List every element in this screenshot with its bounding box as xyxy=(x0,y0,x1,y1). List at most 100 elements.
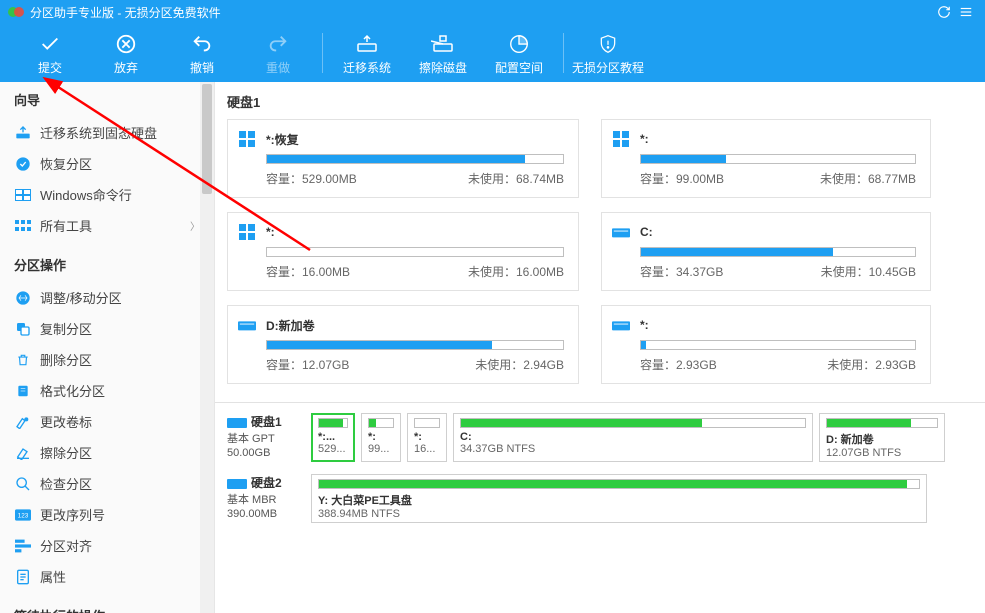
partition-segment[interactable]: *:99... xyxy=(361,413,401,462)
sidebar-item-label: 删除分区 xyxy=(40,350,92,369)
sidebar-item[interactable]: 复制分区 xyxy=(0,313,214,344)
sidebar-group-wizard: 向导 xyxy=(0,82,214,117)
serial-icon: 123 xyxy=(14,506,32,524)
segment-size: 388.94MB NTFS xyxy=(318,508,920,520)
capacity-label: 容量：16.00MB xyxy=(266,263,350,280)
migrate-icon xyxy=(14,124,32,142)
windows-icon xyxy=(238,223,256,241)
partition-card[interactable]: *: 容量：16.00MB 未使用：16.00MB xyxy=(227,212,579,291)
redo-icon xyxy=(267,31,289,57)
sidebar-item[interactable]: 擦除分区 xyxy=(0,437,214,468)
partition-card[interactable]: *:容量：99.00MB未使用：68.77MB xyxy=(601,119,931,198)
usage-bar xyxy=(266,154,564,164)
undo-button[interactable]: 撤销 xyxy=(164,24,240,82)
cmd-icon xyxy=(14,186,32,204)
sidebar-item[interactable]: 属性 xyxy=(0,561,214,592)
drive-icon xyxy=(238,316,256,334)
segment-bar xyxy=(826,418,938,428)
sidebar-item[interactable]: 删除分区 xyxy=(0,344,214,375)
segment-size: 34.37GB NTFS xyxy=(460,443,806,455)
free-label: 未使用：68.74MB xyxy=(468,170,564,187)
sidebar-item[interactable]: 更改卷标 xyxy=(0,406,214,437)
allocate-icon xyxy=(508,31,530,57)
titlebar: 分区助手专业版 - 无损分区免费软件 xyxy=(0,0,985,24)
sidebar-item[interactable]: 迁移系统到固态硬盘 xyxy=(0,117,214,148)
disk-icon xyxy=(227,415,247,429)
segment-label: *:... xyxy=(318,431,348,443)
submit-button[interactable]: 提交 xyxy=(12,24,88,82)
sidebar-item[interactable]: 分区对齐 xyxy=(0,530,214,561)
undo-icon xyxy=(191,31,213,57)
format-icon xyxy=(14,382,32,400)
free-label: 未使用：2.94GB xyxy=(475,356,564,373)
usage-bar xyxy=(266,247,564,257)
sidebar-item[interactable]: Windows命令行 xyxy=(0,179,214,210)
scrollbar[interactable] xyxy=(200,82,214,613)
menu-icon[interactable] xyxy=(955,1,977,23)
usage-bar xyxy=(640,247,916,257)
segment-label: C: xyxy=(460,431,806,443)
partition-card[interactable]: D:新加卷容量：12.07GB未使用：2.94GB xyxy=(227,305,579,384)
disk-size: 50.00GB xyxy=(227,446,311,460)
sidebar-item-label: 格式化分区 xyxy=(40,381,105,400)
partition-segment[interactable]: D: 新加卷12.07GB NTFS xyxy=(819,413,945,462)
sidebar-item[interactable]: 调整/移动分区 xyxy=(0,282,214,313)
partition-segment[interactable]: *:16... xyxy=(407,413,447,462)
wipe-button[interactable]: 擦除磁盘 xyxy=(405,24,481,82)
disk-info[interactable]: 硬盘1基本 GPT50.00GB xyxy=(227,413,311,461)
partition-segment[interactable]: Y: 大白菜PE工具盘388.94MB NTFS xyxy=(311,474,927,523)
all-icon xyxy=(14,217,32,235)
sidebar-item-label: 检查分区 xyxy=(40,474,92,493)
free-label: 未使用：16.00MB xyxy=(468,263,564,280)
align-icon xyxy=(14,537,32,555)
segment-bar xyxy=(318,479,920,489)
sidebar-item-label: 复制分区 xyxy=(40,319,92,338)
partition-segment[interactable]: *:...529... xyxy=(311,413,355,462)
disk-info[interactable]: 硬盘2基本 MBR390.00MB xyxy=(227,474,311,522)
cancel-icon xyxy=(115,31,137,57)
allocate-button[interactable]: 配置空间 xyxy=(481,24,557,82)
sidebar-item-label: 调整/移动分区 xyxy=(40,288,122,307)
partition-segment[interactable]: C:34.37GB NTFS xyxy=(453,413,813,462)
migrate-button[interactable]: 迁移系统 xyxy=(329,24,405,82)
refresh-icon[interactable] xyxy=(933,1,955,23)
tutorial-button[interactable]: 无损分区教程 xyxy=(570,24,646,82)
segment-label: Y: 大白菜PE工具盘 xyxy=(318,492,920,508)
copy-icon xyxy=(14,320,32,338)
capacity-label: 容量：2.93GB xyxy=(640,356,717,373)
check-icon xyxy=(14,475,32,493)
sidebar-item-label: 分区对齐 xyxy=(40,536,92,555)
sidebar-item[interactable]: 123更改序列号 xyxy=(0,499,214,530)
separator xyxy=(322,33,323,73)
sidebar-item-label: 恢复分区 xyxy=(40,154,92,173)
partition-name: *: xyxy=(266,225,275,239)
sidebar-item[interactable]: 恢复分区 xyxy=(0,148,214,179)
partition-name: *: xyxy=(640,318,649,332)
disk-icon xyxy=(227,476,247,490)
partition-card[interactable]: C:容量：34.37GB未使用：10.45GB xyxy=(601,212,931,291)
discard-button[interactable]: 放弃 xyxy=(88,24,164,82)
segment-bar xyxy=(368,418,394,428)
sidebar-item-label: Windows命令行 xyxy=(40,185,132,204)
sidebar-item[interactable]: 检查分区 xyxy=(0,468,214,499)
disk-size: 390.00MB xyxy=(227,507,311,521)
partition-card[interactable]: *:容量：2.93GB未使用：2.93GB xyxy=(601,305,931,384)
app-title: 分区助手专业版 - 无损分区免费软件 xyxy=(30,4,221,21)
usage-bar xyxy=(640,154,916,164)
check-icon xyxy=(39,31,61,57)
capacity-label: 容量：529.00MB xyxy=(266,170,357,187)
resize-icon xyxy=(14,289,32,307)
segment-label: *: xyxy=(368,431,394,443)
capacity-label: 容量：99.00MB xyxy=(640,170,724,187)
segment-bar xyxy=(460,418,806,428)
redo-button[interactable]: 重做 xyxy=(240,24,316,82)
props-icon xyxy=(14,568,32,586)
sidebar-item[interactable]: 格式化分区 xyxy=(0,375,214,406)
sidebar-item[interactable]: 所有工具〉 xyxy=(0,210,214,241)
disk-name: 硬盘2 xyxy=(251,474,282,491)
disk-name: 硬盘1 xyxy=(251,413,282,430)
svg-text:123: 123 xyxy=(18,512,29,519)
partition-card[interactable]: *:恢复容量：529.00MB未使用：68.74MB xyxy=(227,119,579,198)
sidebar-item-label: 属性 xyxy=(40,567,66,586)
toolbar: 提交 放弃 撤销 重做 迁移系统 擦除磁盘 配置空间 无损分区教程 xyxy=(0,24,985,82)
